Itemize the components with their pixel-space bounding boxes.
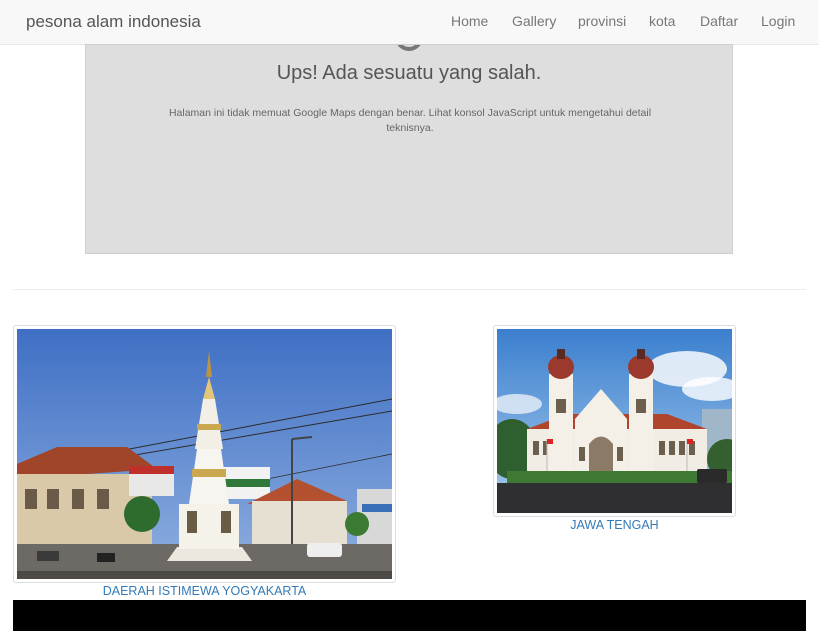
nav-gallery-link[interactable]: Gallery bbox=[512, 13, 556, 29]
gallery-thumbnail-yogyakarta[interactable] bbox=[13, 325, 396, 583]
gallery-caption-yogyakarta[interactable]: DAERAH ISTIMEWA YOGYAKARTA bbox=[13, 584, 396, 598]
google-map-container[interactable]: Ups! Ada sesuatu yang salah. Halaman ini… bbox=[85, 44, 733, 254]
nav-login-link[interactable]: Login bbox=[761, 13, 795, 29]
map-error-message: Halaman ini tidak memuat Google Maps den… bbox=[168, 107, 652, 134]
navbar: pesona alam indonesia Home Gallery provi… bbox=[0, 0, 819, 45]
section-divider bbox=[13, 289, 806, 290]
footer-bar bbox=[13, 600, 806, 631]
lawang-sewu-photo bbox=[497, 329, 732, 513]
map-error-icon bbox=[395, 45, 423, 51]
nav-kota-link[interactable]: kota bbox=[649, 13, 675, 29]
nav-menu: Home Gallery provinsi kota Daftar Login bbox=[0, 13, 819, 33]
gallery-thumbnail-jawa-tengah[interactable] bbox=[493, 325, 736, 517]
nav-daftar-link[interactable]: Daftar bbox=[700, 13, 738, 29]
map-error-title: Ups! Ada sesuatu yang salah. bbox=[276, 62, 542, 84]
nav-provinsi-link[interactable]: provinsi bbox=[578, 13, 626, 29]
gallery-caption-jawa-tengah[interactable]: JAWA TENGAH bbox=[493, 518, 736, 532]
tugu-yogyakarta-photo bbox=[17, 329, 392, 579]
nav-home-link[interactable]: Home bbox=[451, 13, 488, 29]
